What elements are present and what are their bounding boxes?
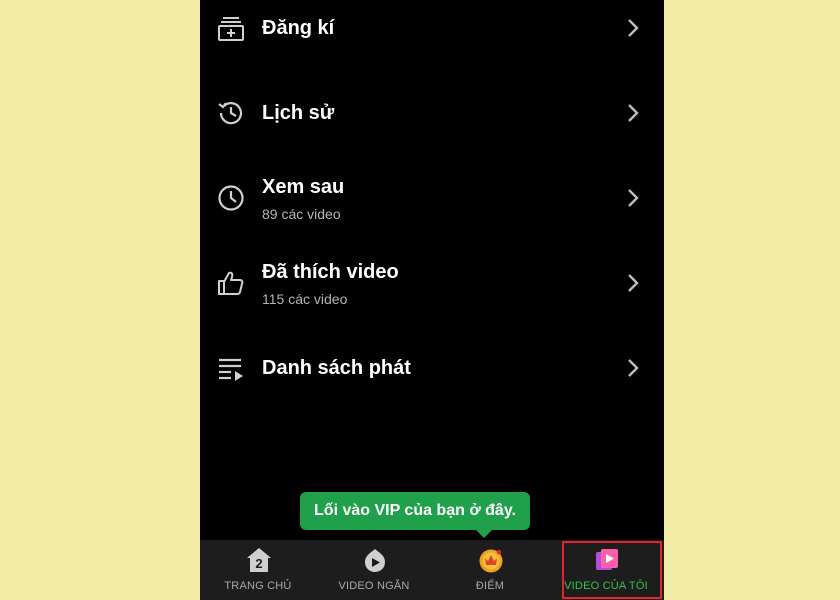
tab-points[interactable]: ĐIỂM bbox=[432, 540, 548, 600]
bottom-nav: 2 TRANG CHỦ VIDEO NGẮN ĐIỂM VIDEO CỦA TÔ… bbox=[200, 540, 664, 600]
history-icon bbox=[216, 98, 246, 128]
tab-label: ĐIỂM bbox=[475, 580, 505, 592]
tooltip-arrow bbox=[476, 530, 492, 538]
playlist-icon bbox=[216, 354, 246, 384]
menu-item-title: Danh sách phát bbox=[262, 357, 411, 379]
vip-tooltip-text: Lối vào VIP của bạn ở đây. bbox=[314, 502, 516, 519]
subscriptions-icon bbox=[216, 13, 246, 43]
chevron-right-icon bbox=[624, 102, 642, 124]
menu-item-subtitle: 89 các video bbox=[262, 206, 341, 222]
menu-item-liked-videos[interactable]: Đã thích video 115 các video bbox=[200, 241, 664, 325]
vip-tooltip[interactable]: Lối vào VIP của bạn ở đây. bbox=[300, 492, 530, 538]
clock-icon bbox=[216, 183, 246, 213]
menu-item-subtitle: 115 các video bbox=[262, 291, 348, 307]
tab-home[interactable]: 2 TRANG CHỦ bbox=[200, 540, 316, 600]
menu-item-title: Đã thích video bbox=[262, 261, 399, 283]
menu-item-title: Đăng kí bbox=[262, 17, 335, 39]
menu-item-history[interactable]: Lịch sử bbox=[200, 70, 664, 154]
chevron-right-icon bbox=[624, 187, 642, 209]
menu-item-playlists[interactable]: Danh sách phát bbox=[200, 326, 664, 410]
tab-short-video[interactable]: VIDEO NGẮN bbox=[316, 540, 432, 600]
menu-item-subscriptions[interactable]: Đăng kí bbox=[200, 0, 664, 70]
menu-item-watch-later[interactable]: Xem sau 89 các video bbox=[200, 156, 664, 240]
tab-label: VIDEO NGẮN bbox=[338, 580, 410, 592]
chevron-right-icon bbox=[624, 272, 642, 294]
crown-coin-icon bbox=[478, 547, 504, 573]
tab-label: TRANG CHỦ bbox=[224, 580, 292, 592]
svg-text:2: 2 bbox=[255, 556, 262, 571]
tab-label: VIDEO CỦA TÔI bbox=[564, 580, 648, 592]
menu-item-title: Xem sau bbox=[262, 176, 345, 198]
thumbs-up-icon bbox=[216, 268, 246, 298]
my-video-icon bbox=[594, 547, 620, 573]
phone-screen: Đăng kí Lịch sử Xem sau 89 các video Đã … bbox=[200, 0, 664, 600]
home-2-icon: 2 bbox=[246, 547, 272, 573]
short-video-icon bbox=[362, 547, 388, 573]
chevron-right-icon bbox=[624, 17, 642, 39]
chevron-right-icon bbox=[624, 357, 642, 379]
tab-my-videos[interactable]: VIDEO CỦA TÔI bbox=[548, 540, 664, 600]
menu-item-title: Lịch sử bbox=[262, 102, 335, 124]
